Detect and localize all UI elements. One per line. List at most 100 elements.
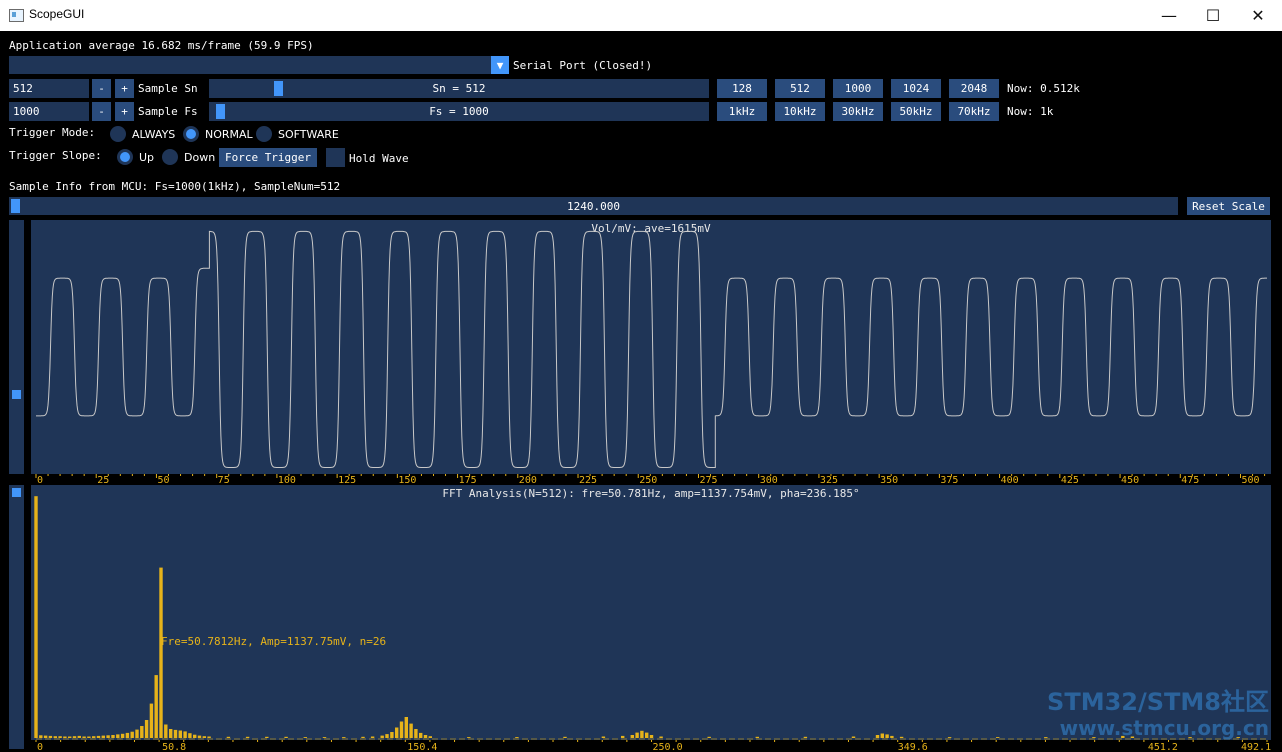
fs-preset-50khz-button[interactable]: 50kHz	[891, 102, 941, 121]
chevron-down-icon[interactable]: ▼	[491, 56, 509, 74]
trigger-mode-software-radio[interactable]	[256, 126, 272, 142]
waveform-x-ticks: 0 25 50 75 100 125 150 175 200 225 250 275 300 325 350…	[35, 474, 1266, 484]
force-trigger-button[interactable]: Force Trigger	[219, 148, 317, 167]
trigger-slope-label: Trigger Slope:	[9, 149, 102, 162]
sn-preset-2048-button[interactable]: 2048	[949, 79, 999, 98]
fft-bar	[707, 736, 711, 738]
fft-bar	[635, 732, 639, 738]
waveform-x-tick-label: 0	[37, 475, 43, 484]
fft-bar	[53, 736, 57, 738]
trigger-mode-software-label: SOFTWARE	[278, 128, 339, 141]
fft-bar	[178, 730, 182, 738]
trigger-mode-normal-radio[interactable]	[183, 126, 199, 142]
fft-bar	[996, 737, 1000, 738]
fft-bar	[380, 735, 384, 738]
sample-fs-slider-text: Fs = 1000	[429, 105, 489, 118]
fft-bar	[880, 733, 884, 738]
waveform-x-tick-label: 500	[1242, 475, 1260, 484]
hold-wave-checkbox[interactable]	[326, 148, 345, 167]
sample-fs-minus-button[interactable]: -	[92, 102, 111, 121]
fft-bar	[640, 730, 644, 738]
trigger-slope-down-radio[interactable]	[162, 149, 178, 165]
fft-bar	[96, 735, 101, 738]
fft-bar	[125, 732, 130, 738]
fft-bar	[621, 735, 625, 738]
fft-bar	[173, 729, 178, 738]
fft-bar	[851, 736, 856, 738]
trigger-mode-always-label: ALWAYS	[132, 128, 176, 141]
fft-x-tick-label: 349.6	[898, 742, 928, 751]
trigger-slope-up-radio[interactable]	[117, 149, 133, 165]
sample-sn-slider-text: Sn = 512	[432, 82, 486, 95]
fft-bar	[202, 736, 206, 738]
sample-sn-slider[interactable]: Sn = 512	[209, 79, 709, 98]
trigger-mode-always-radio[interactable]	[110, 126, 126, 142]
waveform-title: Vol/mV: ave=1615mV	[591, 222, 711, 235]
fft-bar	[899, 736, 904, 738]
waveform-x-tick-label: 200	[519, 475, 537, 484]
sample-sn-minus-button[interactable]: -	[92, 79, 111, 98]
waveform-x-tick-label: 25	[97, 475, 109, 484]
fft-bar	[385, 734, 389, 738]
sn-preset-1000-button[interactable]: 1000	[833, 79, 883, 98]
fft-peak-annotation: Fre=50.7812Hz, Amp=1137.75mV, n=26	[161, 635, 386, 648]
fft-bar	[140, 726, 144, 738]
sample-fs-plus-button[interactable]: +	[115, 102, 134, 121]
fft-bar	[159, 567, 163, 738]
maximize-button[interactable]: ☐	[1190, 0, 1236, 31]
fs-preset-10khz-button[interactable]: 10kHz	[775, 102, 825, 121]
fft-bar	[947, 737, 952, 738]
fft-bar	[395, 727, 399, 738]
waveform-x-tick-label: 350	[880, 475, 898, 484]
fft-vscroll-grab[interactable]	[12, 488, 21, 497]
fft-bar	[183, 731, 187, 738]
waveform-x-tick-label: 75	[218, 475, 230, 484]
fft-bar	[154, 675, 158, 738]
fft-bar	[144, 720, 149, 738]
sn-preset-1024-button[interactable]: 1024	[891, 79, 941, 98]
fft-bar	[515, 737, 519, 738]
waveform-x-tick-label: 475	[1181, 475, 1199, 484]
fft-bar	[68, 736, 72, 738]
waveform-chart[interactable]: Vol/mV: ave=1615mV 0 25 50 75 100 125 150 175 20…	[31, 220, 1271, 484]
waveform-plot[interactable]: Vol/mV: ave=1615mV 0 25 50 75 100 125 150 175 20…	[31, 220, 1271, 484]
sn-preset-128-button[interactable]: 128	[717, 79, 767, 98]
fs-preset-1khz-button[interactable]: 1kHz	[717, 102, 767, 121]
wave-vscroll[interactable]	[9, 220, 24, 474]
fft-bar	[467, 737, 471, 738]
waveform-x-tick-label: 275	[699, 475, 717, 484]
fft-bar	[130, 731, 134, 738]
fft-bar	[303, 737, 307, 738]
scale-slider-text: 1240.000	[567, 200, 620, 213]
close-button[interactable]: ✕	[1235, 0, 1281, 31]
fft-bar	[116, 734, 120, 738]
waveform-x-tick-label: 425	[1061, 475, 1079, 484]
sample-sn-input[interactable]: 512	[9, 79, 89, 98]
fft-bar	[63, 736, 67, 738]
sn-preset-512-button[interactable]: 512	[775, 79, 825, 98]
sample-fs-slider[interactable]: Fs = 1000	[209, 102, 709, 121]
fft-bar	[630, 735, 634, 738]
fft-bar	[58, 736, 62, 738]
minimize-button[interactable]: —	[1146, 0, 1192, 31]
wave-vscroll-grab[interactable]	[12, 390, 21, 399]
sample-fs-input[interactable]: 1000	[9, 102, 89, 121]
serial-port-combo[interactable]	[9, 56, 499, 74]
fft-bar	[135, 729, 139, 738]
waveform-x-tick-label: 300	[760, 475, 778, 484]
fs-preset-30khz-button[interactable]: 30kHz	[833, 102, 883, 121]
fs-preset-70khz-button[interactable]: 70kHz	[949, 102, 999, 121]
reset-scale-button[interactable]: Reset Scale	[1187, 197, 1270, 215]
fft-bar	[197, 735, 202, 738]
fft-bar	[87, 736, 91, 738]
scale-slider[interactable]: 1240.000	[9, 197, 1178, 215]
fft-bar	[885, 734, 889, 738]
hold-wave-label: Hold Wave	[349, 152, 409, 165]
sample-sn-plus-button[interactable]: +	[115, 79, 134, 98]
fft-bar	[875, 735, 880, 738]
fft-bar	[370, 736, 375, 738]
trigger-mode-normal-label: NORMAL	[205, 128, 253, 141]
fft-x-tick-label: 250.0	[653, 742, 683, 751]
fft-vscroll[interactable]	[9, 485, 24, 749]
fft-bar	[188, 733, 192, 738]
